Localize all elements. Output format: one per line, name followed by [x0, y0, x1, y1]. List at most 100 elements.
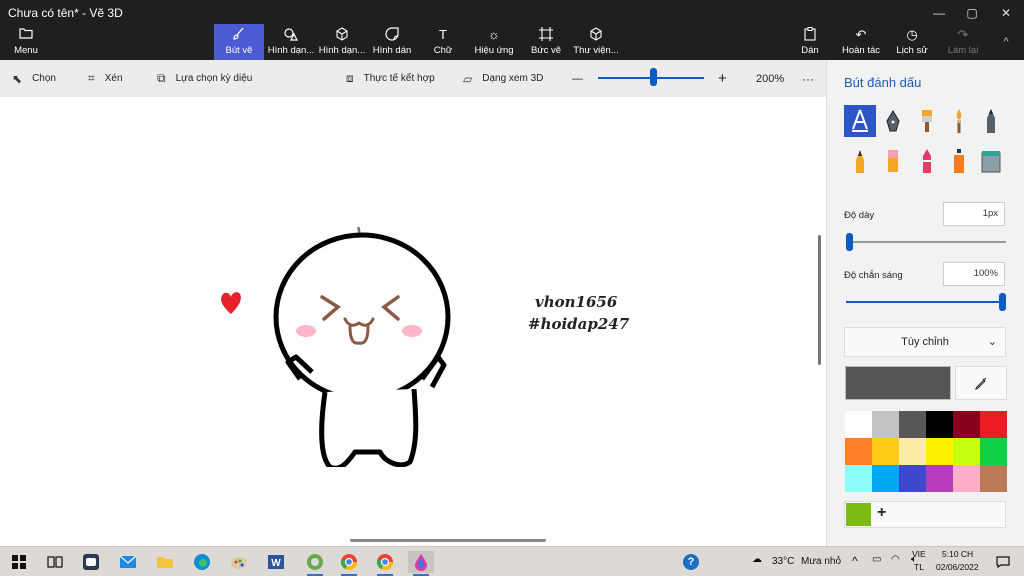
drawing-canvas[interactable]: vhon1656 #hoidap247: [0, 97, 826, 546]
paint-3d-icon[interactable]: [408, 551, 434, 576]
palette-swatch[interactable]: [872, 438, 899, 465]
mixed-reality-button[interactable]: ⧈ Thực tế kết hợp: [346, 60, 435, 97]
select-button[interactable]: ⬉ Chọn: [12, 60, 56, 97]
word-icon[interactable]: W: [263, 551, 289, 573]
undo-button[interactable]: ↶ Hoàn tác: [840, 24, 882, 60]
magic-select-button[interactable]: ⧉ Lựa chọn kỳ diệu: [157, 60, 252, 97]
chevron-up-icon[interactable]: ^: [852, 554, 858, 568]
tab-3d-library[interactable]: Thư viện...: [572, 24, 620, 60]
palette-swatch[interactable]: [872, 411, 899, 438]
heart-icon: [221, 292, 241, 314]
start-icon[interactable]: [6, 551, 32, 573]
palette-swatch[interactable]: [899, 411, 926, 438]
zoom-level[interactable]: 200%: [756, 60, 784, 97]
zoom-slider-thumb[interactable]: [650, 68, 657, 86]
thickness-slider-track[interactable]: [846, 241, 1006, 243]
redo-button[interactable]: ↷ Làm lại: [944, 24, 982, 60]
store-icon[interactable]: [302, 551, 328, 576]
pencil-icon[interactable]: [975, 105, 1007, 137]
current-color-swatch[interactable]: [845, 366, 951, 400]
oil-brush-icon[interactable]: [911, 105, 943, 137]
weather-temp[interactable]: 33°C: [772, 556, 794, 567]
history-button[interactable]: ◷ Lịch sử: [895, 24, 929, 60]
add-color-button[interactable]: +: [877, 504, 886, 522]
help-icon[interactable]: ?: [678, 551, 704, 573]
spray-can-icon[interactable]: [943, 145, 975, 177]
redo-label: Làm lại: [947, 45, 979, 56]
opacity-slider-thumb[interactable]: [999, 293, 1006, 311]
lang-tl[interactable]: TL: [914, 562, 924, 572]
magic-select-icon: ⧉: [157, 71, 166, 85]
chrome-icon[interactable]: [336, 551, 362, 576]
tab-text[interactable]: T Chữ: [426, 24, 460, 60]
zalo-icon[interactable]: [78, 551, 104, 573]
lang-vie[interactable]: VIE: [912, 549, 926, 559]
paste-button[interactable]: Dán: [796, 24, 824, 60]
palette-swatch[interactable]: [953, 411, 980, 438]
marker-brush-icon[interactable]: [844, 105, 876, 137]
palette-swatch[interactable]: [845, 465, 872, 492]
palette-swatch[interactable]: [926, 438, 953, 465]
custom-color-swatch[interactable]: [846, 503, 871, 526]
horizontal-scrollbar[interactable]: [350, 539, 546, 542]
maximize-button[interactable]: ▢: [955, 2, 989, 24]
eyedropper-button[interactable]: [955, 366, 1007, 400]
watercolor-brush-icon[interactable]: [943, 105, 975, 137]
brush-icon: [232, 27, 246, 43]
weather-description[interactable]: Mưa nhỏ: [801, 556, 841, 567]
palette-swatch[interactable]: [926, 465, 953, 492]
crop-button[interactable]: ⌗ Xén: [88, 60, 123, 97]
palette-swatch[interactable]: [980, 411, 1007, 438]
thickness-slider-thumb[interactable]: [846, 233, 853, 251]
tab-3d-shapes[interactable]: Hình dạn...: [317, 24, 367, 60]
fill-bucket-icon[interactable]: [975, 145, 1007, 177]
task-view-icon[interactable]: [42, 551, 68, 573]
mixed-reality-icon: ⧈: [346, 71, 354, 85]
tab-brushes-label: Bút vẽ: [225, 45, 253, 56]
opacity-slider-track[interactable]: [846, 301, 1006, 303]
tab-stickers[interactable]: Hình dán: [370, 24, 414, 60]
zoom-in-button[interactable]: +: [718, 60, 727, 97]
paint-icon[interactable]: [226, 551, 252, 573]
battery-icon[interactable]: ▭: [872, 554, 881, 565]
more-button[interactable]: ···: [802, 60, 814, 97]
minimize-button[interactable]: —: [922, 2, 956, 24]
crayon-icon[interactable]: [911, 145, 943, 177]
chrome-icon[interactable]: [372, 551, 398, 576]
tab-2d-shapes[interactable]: Hình dạn...: [266, 24, 316, 60]
notification-icon[interactable]: [990, 551, 1016, 573]
opacity-input[interactable]: 100%: [943, 262, 1005, 286]
calligraphy-pen-icon[interactable]: [877, 105, 909, 137]
color-mode-dropdown[interactable]: Tùy chỉnh ⌄: [844, 327, 1006, 357]
palette-swatch[interactable]: [980, 465, 1007, 492]
palette-swatch[interactable]: [899, 465, 926, 492]
view-3d-button[interactable]: ▱ Dạng xem 3D: [463, 60, 543, 97]
palette-swatch[interactable]: [926, 411, 953, 438]
tab-effects-label: Hiệu ứng: [474, 45, 514, 56]
edge-icon[interactable]: [189, 551, 215, 573]
clock-date[interactable]: 02/06/2022: [936, 562, 979, 572]
palette-swatch[interactable]: [845, 411, 872, 438]
palette-swatch[interactable]: [899, 438, 926, 465]
eraser-icon[interactable]: [877, 145, 909, 177]
thickness-input[interactable]: 1px: [943, 202, 1005, 226]
close-button[interactable]: ✕: [989, 2, 1023, 24]
tab-effects[interactable]: ☼ Hiệu ứng: [472, 24, 516, 60]
zoom-out-button[interactable]: —: [572, 60, 583, 97]
tab-brushes[interactable]: Bút vẽ: [214, 24, 264, 60]
palette-swatch[interactable]: [845, 438, 872, 465]
vertical-scrollbar[interactable]: [818, 235, 821, 365]
palette-swatch[interactable]: [980, 438, 1007, 465]
menu-button[interactable]: Menu: [6, 24, 46, 60]
file-explorer-icon[interactable]: [152, 551, 178, 573]
palette-swatch[interactable]: [953, 465, 980, 492]
pixel-pen-icon[interactable]: [844, 145, 876, 177]
tab-canvas[interactable]: Bức vẽ: [527, 24, 565, 60]
mail-icon[interactable]: [115, 551, 141, 573]
clock-time[interactable]: 5:10 CH: [942, 549, 973, 559]
palette-swatch[interactable]: [953, 438, 980, 465]
magic-select-label: Lựa chọn kỳ diệu: [175, 73, 253, 84]
palette-swatch[interactable]: [872, 465, 899, 492]
svg-text:W: W: [271, 558, 281, 569]
wifi-icon[interactable]: ◠: [891, 554, 900, 565]
